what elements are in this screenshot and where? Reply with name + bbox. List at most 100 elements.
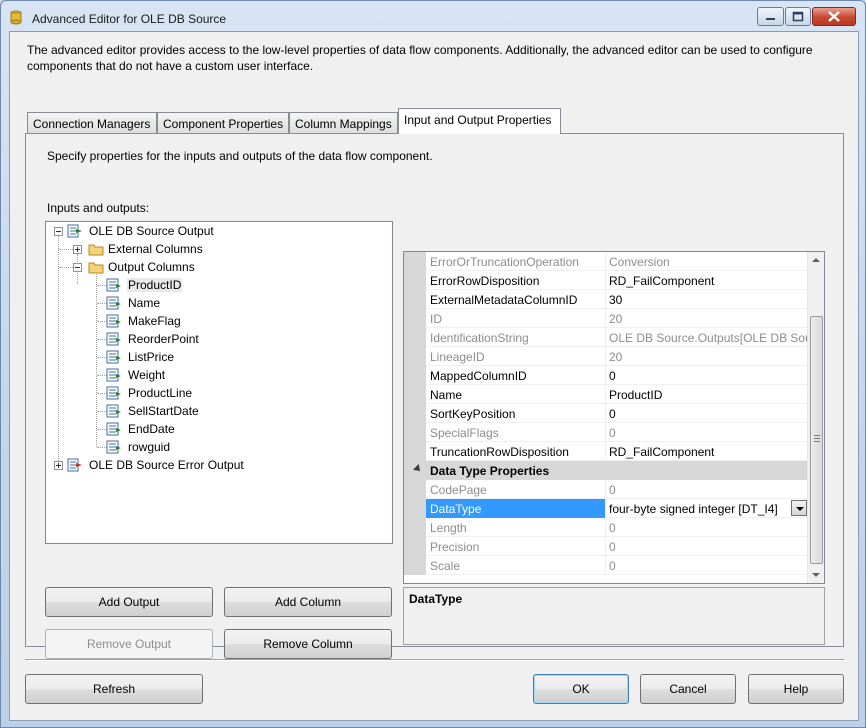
- property-value[interactable]: RD_FailComponent: [606, 442, 808, 461]
- property-row[interactable]: ErrorRowDisposition RD_FailComponent: [404, 271, 808, 290]
- tree-label: MakeFlag: [128, 314, 181, 328]
- property-name: Name: [426, 385, 606, 404]
- property-row[interactable]: LineageID 20: [404, 347, 808, 366]
- row-gutter: [404, 480, 426, 499]
- property-row[interactable]: Length 0: [404, 518, 808, 537]
- ok-button[interactable]: OK: [533, 674, 629, 704]
- property-name: ErrorRowDisposition: [426, 271, 606, 290]
- property-row-selected[interactable]: DataType four-byte signed integer [DT_I4…: [404, 499, 808, 518]
- property-grid-scrollbar[interactable]: [807, 252, 824, 583]
- tree-node-column-sellstartdate[interactable]: SellStartDate: [46, 402, 386, 420]
- grip-icon: [814, 435, 820, 442]
- collapse-triangle-icon[interactable]: [413, 464, 423, 474]
- add-column-button[interactable]: Add Column: [224, 587, 392, 617]
- column-icon: [106, 296, 121, 310]
- property-row[interactable]: IdentificationString OLE DB Source.Output…: [404, 328, 808, 347]
- refresh-button[interactable]: Refresh: [25, 674, 203, 704]
- tree-node-source-output[interactable]: OLE DB Source Output: [46, 222, 386, 240]
- tree-node-column-rowguid[interactable]: rowguid: [46, 438, 386, 456]
- property-value: 0: [609, 483, 616, 497]
- inputs-outputs-tree[interactable]: OLE DB Source Output External Columns Ou…: [45, 221, 393, 544]
- row-gutter: [404, 423, 426, 442]
- collapse-toggle[interactable]: [73, 263, 82, 272]
- column-icon: [106, 368, 121, 382]
- row-gutter: [404, 347, 426, 366]
- property-name: ErrorOrTruncationOperation: [426, 252, 606, 271]
- property-name: LineageID: [426, 347, 606, 366]
- cancel-button[interactable]: Cancel: [640, 674, 736, 704]
- help-button[interactable]: Help: [748, 674, 844, 704]
- tree-label: OLE DB Source Output: [89, 224, 214, 238]
- tab-input-and-output-properties[interactable]: Input and Output Properties: [398, 108, 561, 134]
- maximize-button[interactable]: [785, 7, 811, 26]
- property-value: 0: [609, 540, 616, 554]
- tab-connection-managers[interactable]: Connection Managers: [27, 112, 157, 134]
- row-gutter: [404, 404, 426, 423]
- tree-node-output-columns[interactable]: Output Columns: [46, 258, 386, 276]
- property-grid[interactable]: ErrorOrTruncationOperation Conversion Err…: [403, 251, 825, 584]
- property-name: IdentificationString: [426, 328, 606, 347]
- tree-label: EndDate: [128, 422, 175, 436]
- tab-column-mappings[interactable]: Column Mappings: [289, 112, 398, 134]
- tree-node-column-name[interactable]: Name: [46, 294, 386, 312]
- tree-node-column-makeflag[interactable]: MakeFlag: [46, 312, 386, 330]
- tree-node-external-columns[interactable]: External Columns: [46, 240, 386, 258]
- minimize-button[interactable]: [757, 7, 784, 26]
- property-value[interactable]: ProductID: [606, 385, 808, 404]
- property-row[interactable]: Scale 0: [404, 556, 808, 575]
- property-row[interactable]: ExternalMetadataColumnID 30: [404, 290, 808, 309]
- property-row[interactable]: TruncationRowDisposition RD_FailComponent: [404, 442, 808, 461]
- tree-node-column-productid[interactable]: ProductID: [46, 276, 386, 294]
- property-row[interactable]: CodePage 0: [404, 480, 808, 499]
- property-value: Conversion: [609, 255, 670, 269]
- property-value[interactable]: RD_FailComponent: [606, 271, 808, 290]
- scroll-down-arrow-icon[interactable]: [812, 573, 820, 577]
- property-name: MappedColumnID: [426, 366, 606, 385]
- property-row[interactable]: SpecialFlags 0: [404, 423, 808, 442]
- datatype-combo-value[interactable]: four-byte signed integer [DT_I4]: [606, 499, 790, 518]
- expand-toggle[interactable]: [54, 461, 63, 470]
- expand-toggle[interactable]: [73, 245, 82, 254]
- add-output-button[interactable]: Add Output: [45, 587, 213, 617]
- tree-label: ReorderPoint: [128, 332, 199, 346]
- row-gutter: [404, 442, 426, 461]
- column-icon: [106, 440, 121, 454]
- remove-output-button[interactable]: Remove Output: [45, 629, 213, 659]
- row-gutter: [404, 328, 426, 347]
- tree-node-column-reorderpoint[interactable]: ReorderPoint: [46, 330, 386, 348]
- tree-label: rowguid: [128, 440, 171, 454]
- collapse-toggle[interactable]: [54, 227, 63, 236]
- dropdown-arrow-icon[interactable]: [791, 500, 807, 516]
- property-row[interactable]: SortKeyPosition 0: [404, 404, 808, 423]
- scrollbar-thumb[interactable]: [810, 316, 823, 564]
- tree-node-error-output[interactable]: OLE DB Source Error Output: [46, 456, 386, 474]
- scroll-up-arrow-icon[interactable]: [812, 258, 820, 262]
- property-value[interactable]: 0: [606, 366, 808, 385]
- property-value[interactable]: 30: [606, 290, 808, 309]
- column-icon: [106, 314, 121, 328]
- folder-open-icon: [88, 262, 104, 274]
- property-value[interactable]: 0: [606, 404, 808, 423]
- property-value: 20: [609, 350, 623, 364]
- property-name: CodePage: [426, 480, 606, 499]
- tab-panel: Specify properties for the inputs and ou…: [25, 133, 844, 659]
- property-row[interactable]: ID 20: [404, 309, 808, 328]
- title-bar[interactable]: Advanced Editor for OLE DB Source: [1, 1, 865, 35]
- property-row[interactable]: Precision 0: [404, 537, 808, 556]
- tree-node-column-weight[interactable]: Weight: [46, 366, 386, 384]
- close-button[interactable]: [812, 7, 856, 26]
- tree-node-column-productline[interactable]: ProductLine: [46, 384, 386, 402]
- category-data-type-properties[interactable]: Data Type Properties: [404, 461, 808, 480]
- property-value: 0: [609, 426, 616, 440]
- tree-node-column-enddate[interactable]: EndDate: [46, 420, 386, 438]
- property-row[interactable]: MappedColumnID 0: [404, 366, 808, 385]
- error-output-icon: [67, 458, 82, 472]
- tree-node-column-listprice[interactable]: ListPrice: [46, 348, 386, 366]
- property-row[interactable]: ErrorOrTruncationOperation Conversion: [404, 252, 808, 271]
- tab-component-properties[interactable]: Component Properties: [157, 112, 289, 134]
- property-row[interactable]: Name ProductID: [404, 385, 808, 404]
- remove-column-button[interactable]: Remove Column: [224, 629, 392, 659]
- tab-label: Input and Output Properties: [404, 113, 552, 127]
- minimize-icon: [766, 18, 775, 20]
- row-gutter: [404, 499, 426, 518]
